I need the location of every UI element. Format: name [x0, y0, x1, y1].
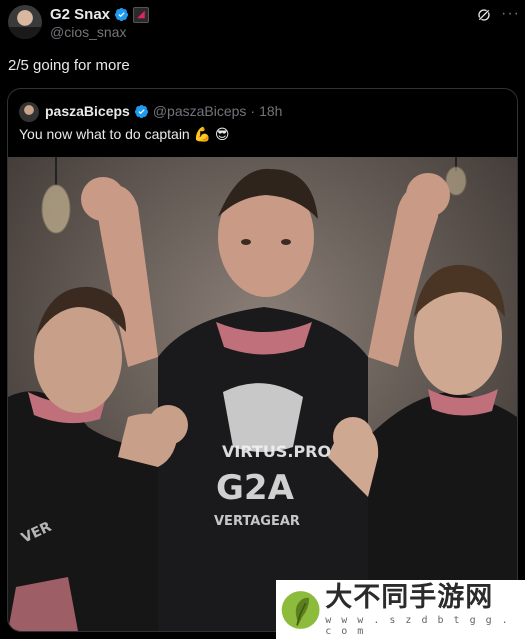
author-handle[interactable]: @cios_snax [50, 24, 126, 40]
watermark-title: 大不同手游网 [325, 581, 494, 613]
quoted-author-name[interactable]: paszaBiceps [45, 103, 130, 119]
photo-illustration: VIRTUS.PRO G2A VERTAGEAR VER [8, 157, 517, 631]
author-name-row: G2 Snax ◢ [50, 6, 150, 23]
affiliate-badge-icon[interactable]: ◢ [133, 6, 150, 23]
tweet-photo[interactable]: VIRTUS.PRO G2A VERTAGEAR VER [8, 157, 517, 631]
more-options-icon[interactable]: ··· [501, 5, 520, 23]
quoted-header: paszaBiceps @paszaBiceps · 18h [45, 103, 282, 119]
jersey-text-vertagear: VERTAGEAR [214, 514, 300, 529]
verified-badge-icon [114, 7, 129, 22]
grok-icon[interactable] [476, 7, 492, 23]
separator-dot: · [250, 103, 256, 119]
author-name[interactable]: G2 Snax [50, 6, 110, 23]
quoted-tweet[interactable]: paszaBiceps @paszaBiceps · 18h You now w… [7, 88, 518, 632]
leaf-logo-icon [281, 590, 320, 629]
author-avatar[interactable] [8, 5, 42, 39]
quoted-author-avatar[interactable] [19, 102, 39, 122]
tweet-text: 2/5 going for more [8, 57, 130, 74]
quoted-tweet-text: You now what to do captain 💪 😎 [19, 126, 230, 142]
quoted-timestamp[interactable]: 18h [259, 103, 282, 119]
tweet: G2 Snax ◢ @cios_snax ··· 2/5 going for m… [0, 0, 525, 639]
jersey-text-vp: VIRTUS.PRO [222, 442, 331, 461]
watermark-url: w w w . s z d b t g g . c o m [325, 614, 510, 637]
jersey-text-g2a: G2A [216, 468, 295, 508]
verified-badge-icon [134, 104, 148, 118]
watermark: 大不同手游网 w w w . s z d b t g g . c o m [276, 580, 525, 639]
quoted-author-handle[interactable]: @paszaBiceps [153, 103, 247, 119]
